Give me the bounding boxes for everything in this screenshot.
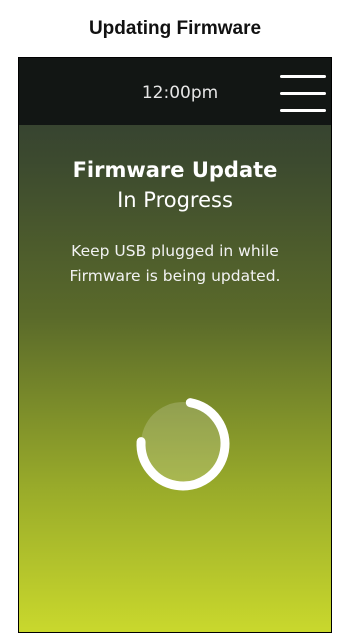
- loading-spinner-icon: [136, 397, 230, 491]
- device-screen: 12:00pm Firmware Update In Progress Keep…: [18, 57, 332, 633]
- status-bar: 12:00pm: [19, 58, 331, 125]
- update-title: Firmware Update: [72, 158, 278, 182]
- menu-line: [280, 92, 326, 95]
- menu-line: [280, 75, 326, 78]
- page-caption: Updating Firmware: [88, 18, 262, 39]
- update-message: Keep USB plugged in while Firmware is be…: [19, 239, 331, 289]
- hamburger-menu-icon[interactable]: [280, 73, 326, 113]
- update-subtitle: In Progress: [117, 188, 233, 212]
- message-line-1: Keep USB plugged in while: [71, 242, 279, 260]
- menu-line: [280, 109, 326, 112]
- message-line-2: Firmware is being updated.: [69, 267, 281, 285]
